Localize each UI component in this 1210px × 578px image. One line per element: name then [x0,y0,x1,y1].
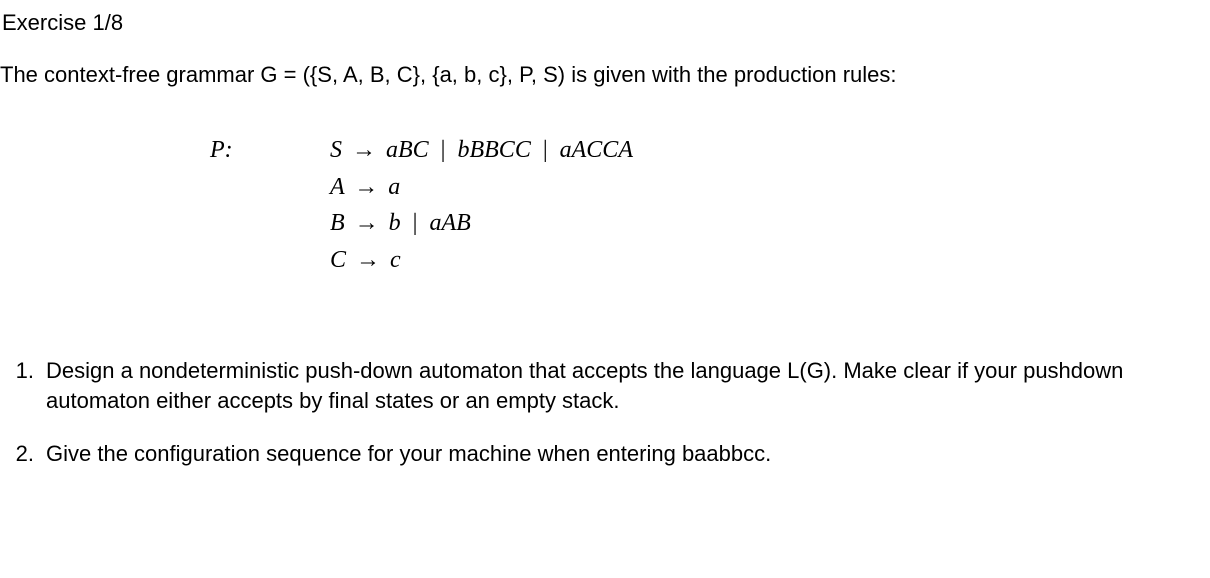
exercise-title: Exercise 1/8 [0,8,1210,38]
arrow-icon: → [348,137,380,163]
rule-c-rhs: c [390,247,401,273]
question-number: 1. [10,356,46,415]
rule-a-lhs: A [330,174,344,200]
rule-b-rhs1: b [389,210,401,236]
rules-body: S → aBC | bBBCC | aACCA A → a B → b | aA… [330,134,633,276]
question-item: 1. Design a nondeterministic push-down a… [10,356,1210,415]
rule-s-rhs3: aACCA [560,137,633,163]
pipe-separator: | [435,137,452,163]
pipe-separator: | [407,210,424,236]
rules-label: P: [210,134,330,276]
rule-s-rhs1: aBC [386,137,429,163]
arrow-icon: → [352,247,384,273]
rule-b-lhs: B [330,210,345,236]
question-number: 2. [10,439,46,469]
rule-s-rhs2: bBBCC [457,137,530,163]
rule-s-lhs: S [330,137,342,163]
arrow-icon: → [350,174,382,200]
question-text: Give the configuration sequence for your… [46,439,1210,469]
arrow-icon: → [351,210,383,236]
production-rules-block: P: S → aBC | bBBCC | aACCA A → a B → b |… [0,134,1210,276]
rule-c: C → c [330,244,633,276]
intro-text: The context-free grammar G = ({S, A, B, … [0,60,1210,90]
question-text: Design a nondeterministic push-down auto… [46,356,1210,415]
rule-c-lhs: C [330,247,346,273]
rule-a: A → a [330,171,633,203]
question-list: 1. Design a nondeterministic push-down a… [0,356,1210,469]
rule-b-rhs2: aAB [429,210,470,236]
rule-b: B → b | aAB [330,207,633,239]
question-item: 2. Give the configuration sequence for y… [10,439,1210,469]
pipe-separator: | [537,137,554,163]
rule-s: S → aBC | bBBCC | aACCA [330,134,633,166]
rule-a-rhs: a [388,174,400,200]
